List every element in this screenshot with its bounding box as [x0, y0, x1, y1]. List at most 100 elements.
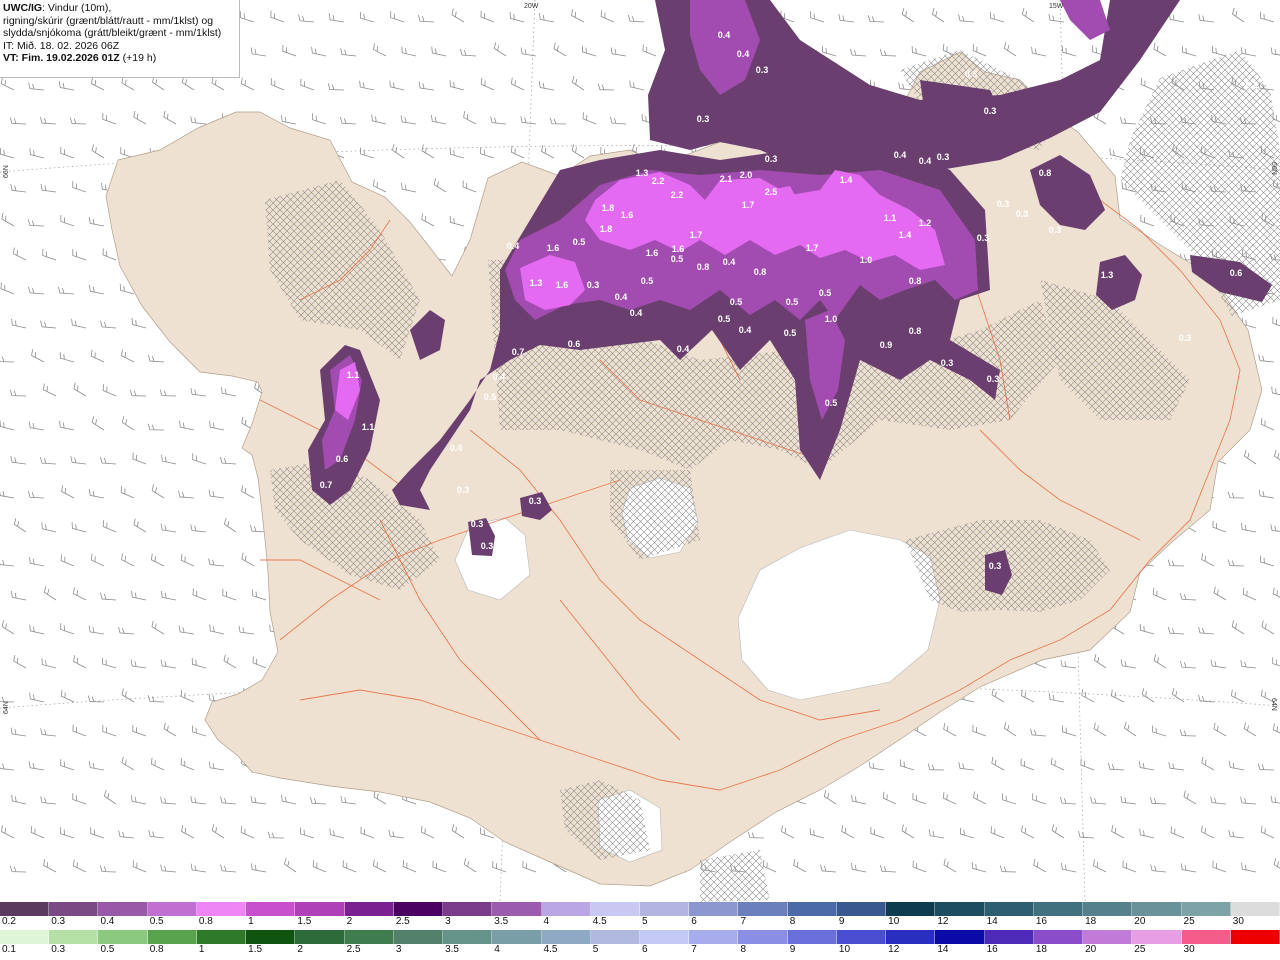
- precip-label: 0.6: [336, 454, 349, 464]
- legend-tick-label: 9: [789, 944, 796, 955]
- axis-label-right-64n: 64N: [1270, 698, 1277, 711]
- legend-tick-label: 0.2: [2, 916, 16, 927]
- legend-tick-label: 18: [1085, 916, 1097, 927]
- precip-label: 1.7: [690, 230, 703, 240]
- precip-label: 2.1: [720, 174, 733, 184]
- legend-tick-label: 3.5: [445, 944, 459, 955]
- info-line-1-text: : Vindur (10m),: [42, 2, 112, 14]
- precip-label: 0.4: [615, 292, 628, 302]
- legend-swatch: [541, 902, 591, 916]
- legend-tick-label: 16: [1035, 916, 1047, 927]
- precip-label: 1.1: [347, 370, 360, 380]
- legend-tick-label: 4.5: [592, 916, 607, 927]
- legend-tick-label: 0.8: [149, 944, 164, 955]
- precip-label: 0.3: [987, 374, 1000, 384]
- legend-swatch: [98, 930, 148, 944]
- precip-label: 0.3: [965, 69, 978, 79]
- precip-label: 0.3: [997, 23, 1010, 33]
- legend-swatch: [147, 902, 197, 916]
- legend-swatch: [590, 902, 640, 916]
- legend-tick-label: 2.5: [395, 916, 410, 927]
- precip-label: 1.6: [672, 244, 685, 254]
- precip-label: 0.3: [756, 65, 769, 75]
- precip-label: 0.8: [1039, 168, 1052, 178]
- legend-tick-label: 12: [888, 944, 900, 955]
- legend-tick-label: 2: [346, 916, 353, 927]
- legend-swatch: [1132, 902, 1182, 916]
- legend-swatch: [1033, 902, 1084, 916]
- legend-swatch: [295, 902, 345, 916]
- precip-label: 0.5: [786, 297, 799, 307]
- precip-label: 0.3: [1179, 333, 1192, 343]
- legend-tick-label: 0.5: [149, 916, 164, 927]
- legend-swatch: [196, 902, 247, 916]
- legend-tick-label: 2: [297, 944, 303, 955]
- legend-swatch: [886, 902, 936, 916]
- precip-label: 1.7: [742, 200, 755, 210]
- legend-tick-label: 10: [838, 944, 851, 955]
- precip-label: 0.3: [984, 106, 997, 116]
- precip-label: 2.2: [671, 190, 684, 200]
- precip-label: 1.1: [362, 422, 375, 432]
- precip-label: 0.5: [573, 237, 586, 247]
- legend-swatch: [443, 902, 493, 916]
- legend-swatch: [1181, 902, 1231, 916]
- legend-tick-label: 18: [1035, 944, 1047, 955]
- legend-swatch: [49, 902, 99, 916]
- precip-label: 0.3: [997, 199, 1010, 209]
- precip-label: 0.5: [718, 314, 731, 324]
- precip-label: 1.8: [602, 203, 615, 213]
- precip-label: 1.6: [646, 248, 659, 258]
- axis-label-15w: 15W: [1049, 3, 1064, 10]
- precip-label: 0.8: [909, 326, 922, 336]
- info-line-1: UWC/IG: Vindur (10m),: [3, 2, 236, 15]
- legend-tick-label: 10: [888, 916, 900, 927]
- precip-label: 0.2: [1246, 80, 1259, 90]
- precip-label: 0.8: [909, 276, 922, 286]
- legend-swatch: [640, 930, 690, 944]
- precip-label: 0.3: [457, 485, 470, 495]
- precip-label: 1.3: [530, 278, 543, 288]
- precip-label: 0.5: [730, 297, 743, 307]
- legend-swatch: [689, 902, 739, 916]
- legend-tick-label: 7: [691, 944, 697, 955]
- legend-swatch: [836, 902, 887, 916]
- precip-label: 0.5: [671, 254, 684, 264]
- legend-tick-label: 1: [248, 916, 254, 927]
- legend-tick-label: 4: [543, 916, 550, 927]
- legend-swatch: [1083, 902, 1133, 916]
- legend-tick-label: 4.5: [543, 944, 558, 955]
- precip-label: 0.4: [677, 344, 690, 354]
- precip-label: 0.5: [1028, 59, 1041, 69]
- legend-tick-label: 25: [1134, 944, 1146, 955]
- precip-label: 0.3: [587, 280, 600, 290]
- precip-label: 0.8: [697, 262, 710, 272]
- legend-tick-label: 30: [1183, 944, 1195, 955]
- legend-tick-label: 1.5: [297, 916, 312, 927]
- legend-swatch: [344, 930, 394, 944]
- legend-swatch: [0, 930, 50, 944]
- legend-tick-label: 3: [445, 916, 451, 927]
- precip-label: 1.2: [919, 218, 932, 228]
- info-line-3: slydda/snjókoma (grátt/bleikt/grænt - mm…: [3, 27, 222, 40]
- legend-tick-label: 14: [937, 944, 949, 955]
- precip-label: 1.3: [636, 168, 649, 178]
- precip-label: 0.6: [977, 10, 990, 20]
- precip-label: 0.4: [450, 443, 463, 453]
- legend-tick-label: 6: [691, 916, 697, 927]
- precip-label: 0.4: [507, 241, 520, 251]
- precip-label: 1.4: [899, 230, 912, 240]
- legend-swatch: [590, 930, 640, 944]
- lead-time: (+19 h): [119, 52, 157, 65]
- legend-swatch: [393, 902, 444, 916]
- legend-swatch: [98, 902, 148, 916]
- model-tag: UWC/IG: [3, 2, 43, 14]
- legend-swatch: [984, 930, 1034, 944]
- legend-rain: 0.1 0.3 0.5 0.8 1 1.5 2 2.5 3 3.5 4 4.5 5 6 7 8 9 10 12 14 1…: [0, 930, 1280, 958]
- legend-swatch: [295, 930, 345, 944]
- legend-tick-label: 20: [1085, 944, 1097, 955]
- legend-tick-label: 0.8: [198, 916, 213, 927]
- precip-label: 0.4: [739, 325, 752, 335]
- legend-swatch: [541, 930, 591, 944]
- precip-label: 0.7: [512, 347, 525, 357]
